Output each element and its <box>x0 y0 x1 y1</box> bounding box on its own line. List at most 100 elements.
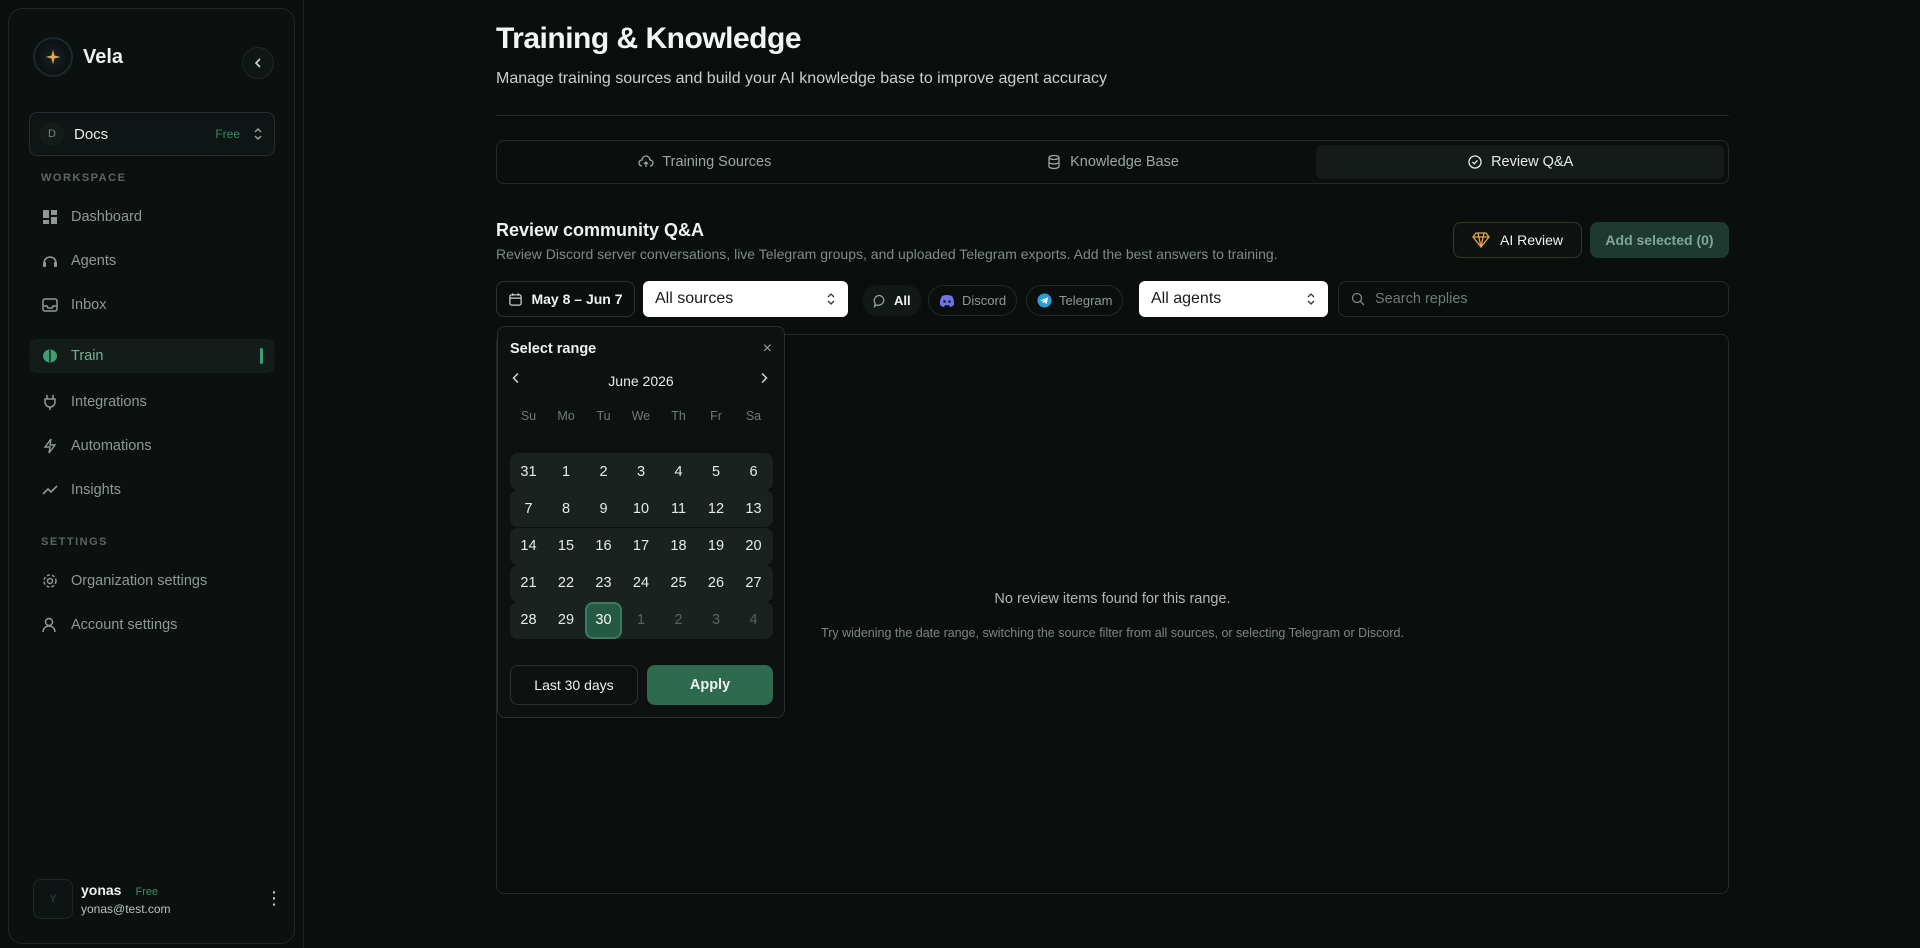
ai-review-button[interactable]: AI Review <box>1453 222 1582 258</box>
header-divider <box>496 115 1729 116</box>
cloud-upload-icon <box>638 155 654 167</box>
dashboard-icon <box>43 210 57 224</box>
add-selected-button[interactable]: Add selected (0) <box>1590 222 1729 258</box>
weekday-label: We <box>631 409 651 423</box>
next-month-button[interactable] <box>758 371 770 389</box>
chip-label: Telegram <box>1059 293 1113 308</box>
sidebar-item-label: Train <box>71 348 104 364</box>
calendar-day[interactable]: 18 <box>660 528 697 565</box>
date-range-popover: Select range × June 2026 Su Mo Tu We Th … <box>497 326 785 718</box>
user-name: yonas <box>81 882 122 898</box>
calendar-month-label: June 2026 <box>608 373 674 389</box>
calendar-day[interactable]: 31 <box>510 453 547 490</box>
sidebar-item-agents[interactable]: Agents <box>29 244 275 278</box>
calendar-day[interactable]: 8 <box>548 490 585 527</box>
brand[interactable]: Vela <box>33 37 123 77</box>
calendar-day[interactable]: 28 <box>510 602 547 639</box>
sidebar-item-integrations[interactable]: Integrations <box>29 385 275 419</box>
calendar-day[interactable]: 16 <box>585 528 622 565</box>
calendar-week-row: 7 8 9 10 11 12 13 <box>510 490 773 527</box>
plug-icon <box>44 395 56 410</box>
date-range-button[interactable]: May 8 – Jun 7 <box>496 281 635 317</box>
apply-button[interactable]: Apply <box>647 665 773 705</box>
tab-knowledge-base[interactable]: Knowledge Base <box>909 145 1317 179</box>
calendar-day[interactable]: 11 <box>660 490 697 527</box>
tab-label: Training Sources <box>662 154 772 170</box>
workspace-select[interactable]: D Docs Free <box>29 112 275 156</box>
calendar-day[interactable]: 22 <box>548 565 585 602</box>
calendar-day[interactable]: 4 <box>735 602 772 639</box>
chip-label: All <box>894 293 911 308</box>
calendar-day[interactable]: 25 <box>660 565 697 602</box>
calendar-day[interactable]: 7 <box>510 490 547 527</box>
user-card[interactable]: Y yonas Free yonas@test.com ⋮ <box>33 879 283 919</box>
calendar-day[interactable]: 3 <box>698 602 735 639</box>
sidebar-item-label: Account settings <box>71 617 178 633</box>
calendar-week-row: 14 15 16 17 18 19 20 <box>510 527 773 565</box>
sidebar-item-inbox[interactable]: Inbox <box>29 288 275 322</box>
vela-logo-icon <box>33 37 73 77</box>
sidebar-item-insights[interactable]: Insights <box>29 473 275 507</box>
last-30-days-button[interactable]: Last 30 days <box>510 665 638 705</box>
calendar-day[interactable]: 13 <box>735 490 772 527</box>
calendar-day[interactable]: 29 <box>548 602 585 639</box>
calendar-day[interactable]: 14 <box>510 528 547 565</box>
calendar-day[interactable]: 1 <box>623 602 660 639</box>
tab-training-sources[interactable]: Training Sources <box>501 145 909 179</box>
weekday-label: Mo <box>557 409 575 423</box>
sidebar-item-label: Agents <box>71 253 117 269</box>
discord-icon <box>939 294 955 307</box>
collapse-sidebar-button[interactable] <box>242 47 274 79</box>
weekday-label: Sa <box>745 409 762 423</box>
calendar-day[interactable]: 17 <box>623 528 660 565</box>
chip-all[interactable]: All <box>862 285 922 316</box>
telegram-icon <box>1037 293 1052 308</box>
chip-label: Discord <box>962 293 1007 308</box>
calendar-day[interactable]: 24 <box>623 565 660 602</box>
calendar-day[interactable]: 3 <box>623 453 660 490</box>
sidebar: Vela D Docs Free WORKSPACE Dashboard Age… <box>8 8 295 944</box>
calendar-day[interactable]: 23 <box>585 565 622 602</box>
sidebar-item-dashboard[interactable]: Dashboard <box>29 200 275 234</box>
calendar-day[interactable]: 15 <box>548 528 585 565</box>
sidebar-item-label: Automations <box>71 438 152 454</box>
calendar-day[interactable]: 9 <box>585 490 622 527</box>
check-circle-icon <box>1468 155 1482 169</box>
calendar-day[interactable]: 1 <box>548 453 585 490</box>
weekday-label: Th <box>671 409 686 423</box>
calendar-day[interactable]: 26 <box>698 565 735 602</box>
popover-title: Select range <box>510 341 597 357</box>
chip-telegram[interactable]: Telegram <box>1026 285 1124 316</box>
user-email: yonas@test.com <box>81 902 171 916</box>
calendar-day[interactable]: 6 <box>735 453 772 490</box>
more-vertical-icon[interactable]: ⋮ <box>265 889 283 907</box>
agent-select[interactable]: All agents <box>1139 281 1328 317</box>
sidebar-item-organization-settings[interactable]: Organization settings <box>29 564 275 598</box>
tab-label: Knowledge Base <box>1070 154 1179 170</box>
calendar-day[interactable]: 27 <box>735 565 772 602</box>
calendar-day[interactable]: 30 <box>585 601 622 639</box>
search-input[interactable]: Search replies <box>1338 281 1729 317</box>
calendar-day[interactable]: 5 <box>698 453 735 490</box>
close-icon[interactable]: × <box>763 341 772 357</box>
sidebar-item-label: Dashboard <box>71 209 142 225</box>
user-plan-badge: Free <box>135 886 159 898</box>
calendar-day[interactable]: 19 <box>698 528 735 565</box>
calendar-day[interactable]: 2 <box>660 602 697 639</box>
sidebar-item-train[interactable]: Train <box>29 339 275 373</box>
tab-review-qa[interactable]: Review Q&A <box>1316 145 1725 179</box>
section-subtitle: Review Discord server conversations, liv… <box>496 246 1278 262</box>
calendar-day[interactable]: 10 <box>623 490 660 527</box>
workspace-section-label: WORKSPACE <box>41 172 127 184</box>
calendar-day[interactable]: 2 <box>585 453 622 490</box>
chevron-updown-icon <box>827 293 835 305</box>
calendar-day[interactable]: 20 <box>735 528 772 565</box>
chip-discord[interactable]: Discord <box>928 285 1018 316</box>
calendar-day[interactable]: 21 <box>510 565 547 602</box>
calendar-day[interactable]: 4 <box>660 453 697 490</box>
sidebar-item-account-settings[interactable]: Account settings <box>29 608 275 642</box>
calendar-day[interactable]: 12 <box>698 490 735 527</box>
search-icon <box>1351 292 1365 306</box>
source-select[interactable]: All sources <box>643 281 848 317</box>
sidebar-item-automations[interactable]: Automations <box>29 429 275 463</box>
